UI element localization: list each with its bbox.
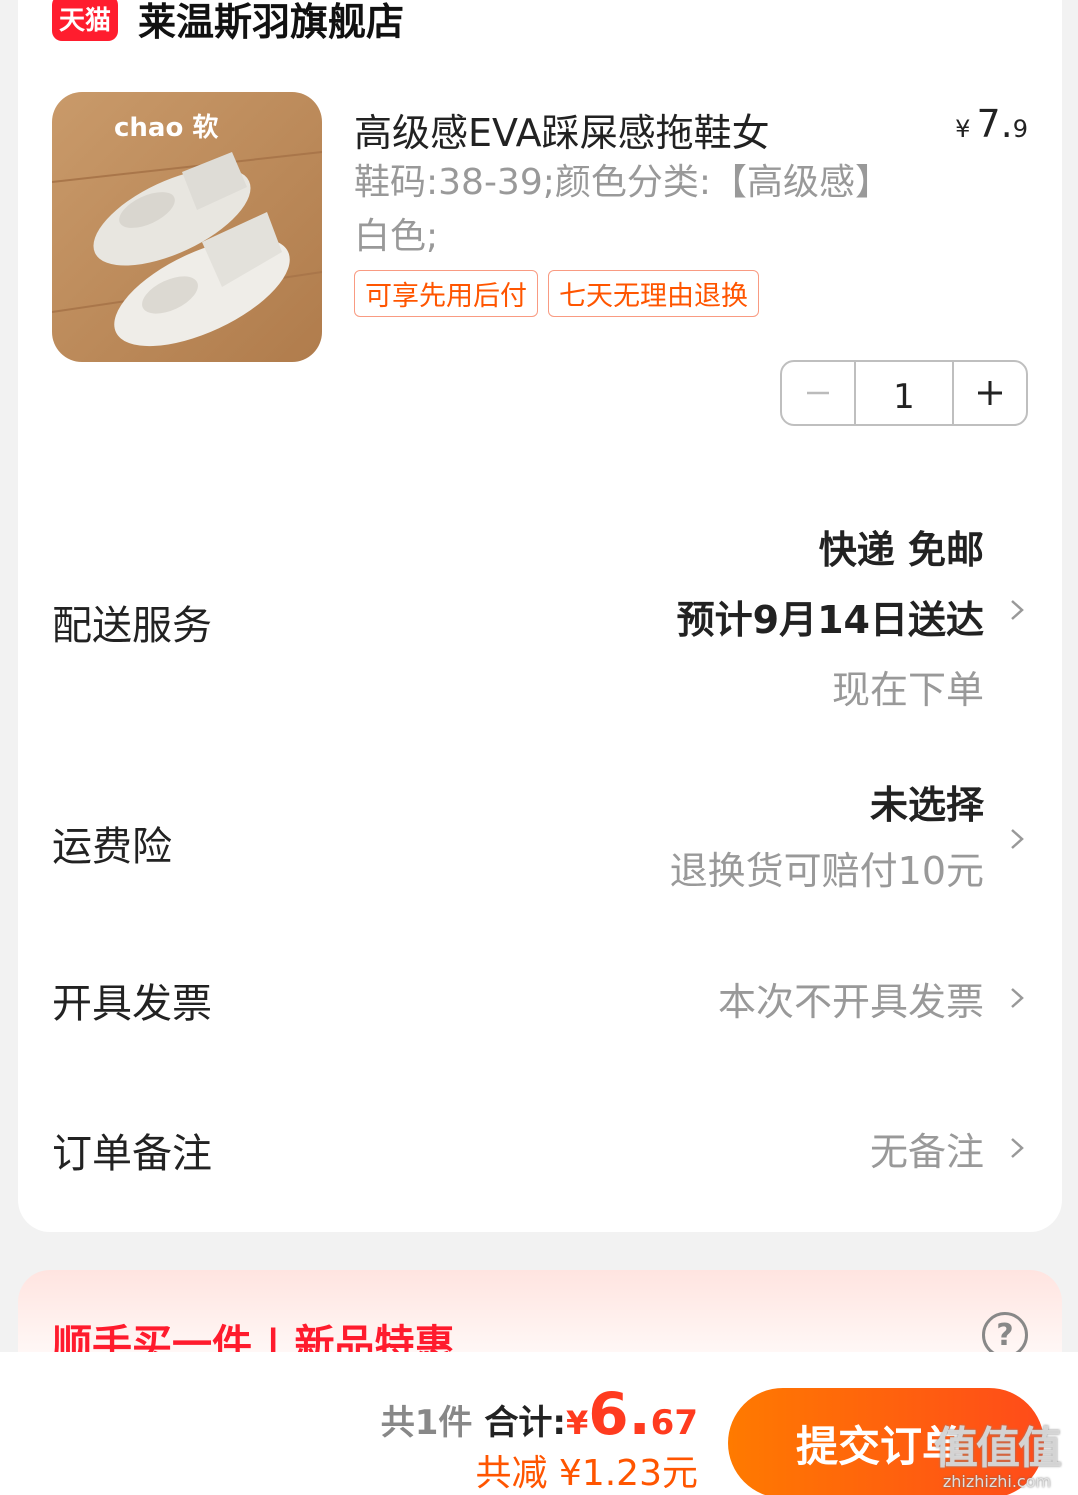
invoice-label: 开具发票 bbox=[52, 981, 212, 1027]
remark-label: 订单备注 bbox=[52, 1131, 212, 1177]
total-decimal: 67 bbox=[650, 1403, 698, 1443]
invoice-row[interactable]: 开具发票 本次不开具发票 bbox=[52, 965, 1028, 1035]
checkout-bar: 共1件 合计:¥6.67 共减 ¥1.23元 提交订单 bbox=[0, 1352, 1078, 1495]
image-caption: chao 软 bbox=[114, 113, 218, 143]
price-decimal: 9 bbox=[1012, 115, 1028, 143]
quantity-value[interactable]: 1 bbox=[854, 362, 954, 424]
order-total: 共1件 合计:¥6.67 bbox=[381, 1380, 698, 1448]
decrease-button[interactable] bbox=[782, 362, 854, 424]
chevron-right-icon bbox=[1011, 600, 1024, 620]
product-image[interactable]: chao 软 bbox=[52, 92, 322, 362]
order-confirm-page: 天猫 莱温斯羽旗舰店 chao 软 高级感EVA踩屎感拖鞋女 ¥ 7.9 鞋码:… bbox=[0, 0, 1078, 1495]
price-integer: 7. bbox=[976, 102, 1013, 146]
item-count: 共1件 bbox=[380, 1403, 473, 1443]
site-watermark: 值值值 zhizhizhi.com bbox=[922, 1412, 1072, 1492]
total-symbol: ¥ bbox=[566, 1404, 589, 1442]
product-title[interactable]: 高级感EVA踩屎感拖鞋女 bbox=[354, 102, 770, 157]
order-card: 天猫 莱温斯羽旗舰店 chao 软 高级感EVA踩屎感拖鞋女 ¥ 7.9 鞋码:… bbox=[18, 0, 1062, 1232]
insurance-status: 未选择 bbox=[869, 783, 984, 827]
delivery-note: 现在下单 bbox=[831, 668, 984, 712]
shipping-insurance-row[interactable]: 运费险 未选择 退换货可赔付10元 bbox=[52, 772, 1028, 902]
plus-icon bbox=[978, 381, 1002, 405]
quantity-stepper: 1 bbox=[780, 360, 1028, 426]
delivery-row[interactable]: 配送服务 快递 免邮 预计9月14日送达 现在下单 bbox=[52, 515, 1028, 712]
total-label: 合计: bbox=[484, 1403, 567, 1443]
invoice-value: 本次不开具发票 bbox=[717, 980, 984, 1024]
chevron-right-icon bbox=[1011, 829, 1024, 849]
watermark-logo: 值值值 bbox=[934, 1423, 1062, 1474]
remark-value: 无备注 bbox=[869, 1130, 984, 1174]
total-integer: 6. bbox=[588, 1380, 651, 1448]
chevron-right-icon bbox=[1011, 988, 1024, 1008]
product-price: ¥7.9 bbox=[955, 102, 1028, 146]
insurance-label: 运费险 bbox=[52, 824, 172, 870]
delivery-label: 配送服务 bbox=[52, 603, 212, 649]
watermark-url: zhizhizhi.com bbox=[942, 1472, 1052, 1491]
insurance-note: 退换货可赔付10元 bbox=[669, 849, 984, 893]
tag-return-policy: 七天无理由退换 bbox=[548, 270, 759, 317]
tmall-badge: 天猫 bbox=[52, 0, 118, 41]
price-symbol: ¥ bbox=[955, 115, 971, 143]
discount-total[interactable]: 共减 ¥1.23元 bbox=[475, 1444, 698, 1495]
tag-pay-later: 可享先用后付 bbox=[354, 270, 538, 317]
store-name[interactable]: 莱温斯羽旗舰店 bbox=[138, 0, 404, 46]
chevron-right-icon bbox=[1011, 1138, 1024, 1158]
increase-button[interactable] bbox=[954, 362, 1026, 424]
store-header[interactable]: 天猫 莱温斯羽旗舰店 bbox=[52, 0, 404, 46]
product-spec[interactable]: 鞋码:38-39;颜色分类:【高级感】白色; bbox=[354, 156, 874, 264]
order-remark-row[interactable]: 订单备注 无备注 bbox=[52, 1115, 1028, 1185]
delivery-method: 快递 免邮 bbox=[818, 528, 984, 572]
delivery-eta: 预计9月14日送达 bbox=[676, 598, 984, 642]
minus-icon bbox=[807, 391, 829, 395]
product-tags: 可享先用后付 七天无理由退换 bbox=[354, 270, 759, 317]
